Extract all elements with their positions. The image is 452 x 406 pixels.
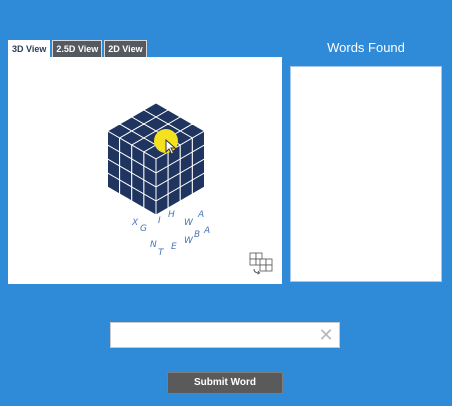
word-input[interactable] <box>111 323 323 347</box>
cube-letter[interactable]: N <box>150 240 157 250</box>
cube-letter[interactable]: T <box>158 248 165 258</box>
cube-letter[interactable]: A <box>197 210 204 220</box>
cube-letter[interactable]: H <box>168 210 175 220</box>
cube-letter[interactable]: G <box>140 224 147 234</box>
cube-letter[interactable]: X <box>131 218 139 228</box>
cube-letter[interactable]: B <box>194 230 200 240</box>
letter-cube[interactable]: XGIHWANTEWB A <box>8 57 282 284</box>
cube-letter[interactable]: A <box>203 226 210 236</box>
view-tabs: 3D View 2.5D View 2D View <box>8 40 147 57</box>
reset-view-icon[interactable] <box>248 249 274 275</box>
mouse-pointer-icon <box>165 139 177 155</box>
words-found-title: Words Found <box>327 40 405 55</box>
tab-3d-view[interactable]: 3D View <box>8 40 51 57</box>
cube-letter[interactable]: E <box>171 242 177 252</box>
cube-view-panel[interactable]: XGIHWANTEWBA <box>8 57 282 284</box>
tab-2-5d-view[interactable]: 2.5D View <box>52 40 103 57</box>
clear-icon[interactable]: ✕ <box>317 325 335 345</box>
cube-letter[interactable]: W <box>184 218 194 228</box>
submit-word-button[interactable]: Submit Word <box>167 372 283 394</box>
word-input-box: ✕ <box>110 322 340 348</box>
tab-2d-view[interactable]: 2D View <box>104 40 147 57</box>
words-found-list <box>290 66 442 282</box>
cube-letter[interactable]: W <box>184 236 194 246</box>
cube-letter[interactable]: I <box>158 216 161 226</box>
